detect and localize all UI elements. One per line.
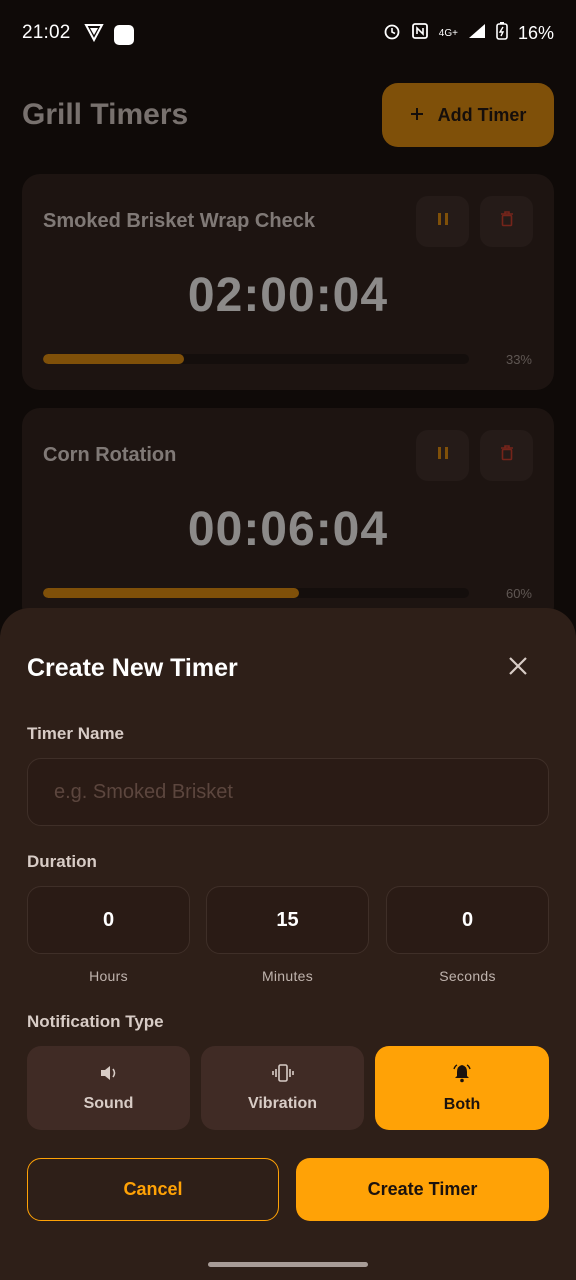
trash-icon bbox=[500, 445, 514, 466]
timer-countdown: 02:00:04 bbox=[187, 269, 389, 322]
pause-button[interactable] bbox=[416, 430, 469, 481]
progress-bar bbox=[43, 588, 469, 598]
add-timer-label: Add Timer bbox=[437, 104, 527, 125]
nfc-icon bbox=[411, 22, 429, 45]
close-icon bbox=[508, 656, 528, 681]
speaker-icon bbox=[99, 1064, 119, 1087]
progress-fill bbox=[43, 588, 299, 598]
close-button[interactable] bbox=[498, 648, 538, 688]
trash-icon bbox=[500, 211, 514, 232]
plus-icon bbox=[410, 105, 424, 126]
home-indicator bbox=[208, 1262, 368, 1267]
delete-button[interactable] bbox=[480, 196, 533, 247]
pause-icon bbox=[437, 212, 449, 231]
timer-name-label: Timer Name bbox=[27, 724, 125, 743]
notification-option-sound[interactable]: Sound bbox=[27, 1046, 190, 1130]
timer-card: Smoked Brisket Wrap Check 02:00:04 33% bbox=[22, 174, 554, 390]
minutes-label: Minutes bbox=[261, 968, 314, 984]
timer-name: Corn Rotation bbox=[43, 444, 177, 466]
status-bar: 21:02 4G+ 16% bbox=[0, 0, 576, 68]
notification-option-label: Both bbox=[443, 1095, 481, 1113]
duration-label: Duration bbox=[27, 852, 97, 871]
vibration-icon bbox=[271, 1063, 294, 1087]
progress-fill bbox=[43, 354, 184, 364]
notification-option-label: Vibration bbox=[247, 1094, 318, 1112]
cancel-button[interactable]: Cancel bbox=[27, 1158, 279, 1221]
hours-label: Hours bbox=[89, 968, 128, 984]
battery-level: 16% bbox=[517, 23, 554, 43]
alarm-icon bbox=[383, 22, 401, 45]
notification-type-label: Notification Type bbox=[27, 1012, 164, 1031]
delete-button[interactable] bbox=[480, 430, 533, 481]
timer-card: Corn Rotation 00:06:04 60% bbox=[22, 408, 554, 624]
pause-icon bbox=[437, 446, 449, 465]
create-timer-button[interactable]: Create Timer bbox=[296, 1158, 549, 1221]
notification-square-icon bbox=[114, 24, 134, 45]
network-label: 4G+ bbox=[438, 28, 458, 39]
battery-icon bbox=[496, 22, 508, 45]
minutes-input[interactable]: 15 bbox=[206, 886, 369, 954]
progress-bar bbox=[43, 354, 469, 364]
page-title: Grill Timers bbox=[22, 98, 189, 131]
notification-option-vibration[interactable]: Vibration bbox=[201, 1046, 364, 1130]
shield-app-icon bbox=[84, 22, 104, 47]
timer-list-screen: Grill Timers Add Timer Smoked Brisket Wr… bbox=[0, 68, 576, 628]
progress-percent: 33% bbox=[505, 352, 532, 367]
notification-option-label: Sound bbox=[83, 1094, 134, 1112]
timer-countdown: 00:06:04 bbox=[187, 503, 389, 556]
create-timer-sheet: Create New Timer Timer Name Duration 0 1… bbox=[0, 608, 576, 1280]
progress-percent: 60% bbox=[505, 586, 532, 601]
sheet-title: Create New Timer bbox=[27, 654, 238, 682]
hours-input[interactable]: 0 bbox=[27, 886, 190, 954]
seconds-input[interactable]: 0 bbox=[386, 886, 549, 954]
timer-name: Smoked Brisket Wrap Check bbox=[43, 210, 315, 232]
add-timer-button[interactable]: Add Timer bbox=[382, 83, 554, 147]
timer-name-input[interactable] bbox=[27, 758, 549, 826]
bell-icon bbox=[452, 1063, 472, 1088]
pause-button[interactable] bbox=[416, 196, 469, 247]
signal-icon bbox=[468, 23, 486, 44]
notification-option-both[interactable]: Both bbox=[375, 1046, 549, 1130]
status-time: 21:02 bbox=[22, 22, 71, 43]
seconds-label: Seconds bbox=[439, 968, 496, 984]
